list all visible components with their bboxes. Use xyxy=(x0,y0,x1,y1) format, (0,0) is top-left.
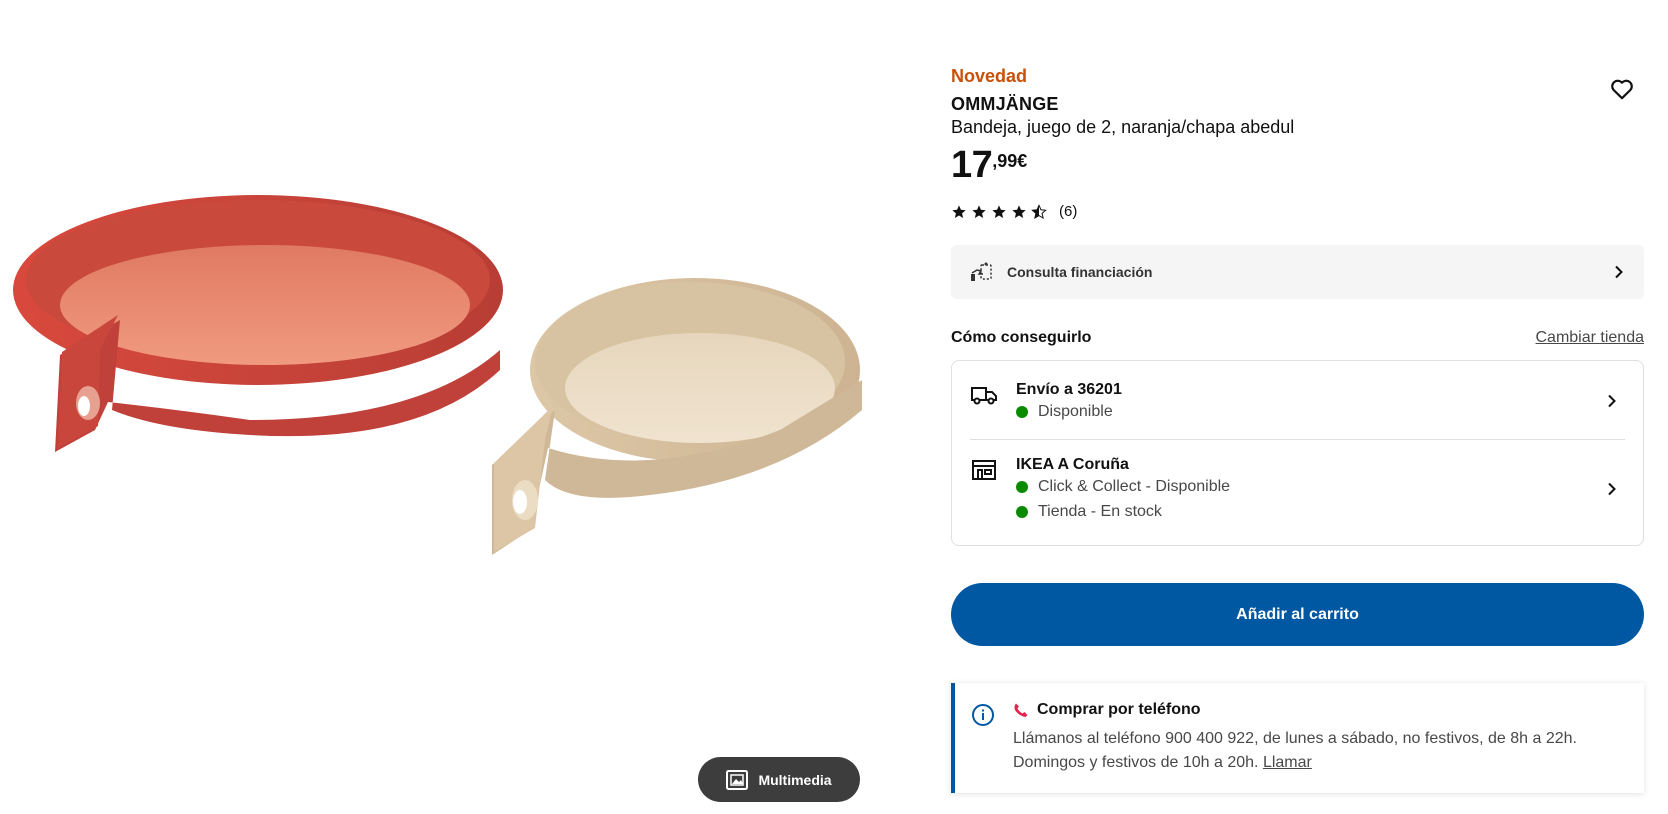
store-row[interactable]: IKEA A Coruña Click & Collect - Disponib… xyxy=(952,440,1643,546)
financing-label: Consulta financiación xyxy=(1007,264,1153,280)
in-store-status: Tienda - En stock xyxy=(1016,503,1162,521)
delivery-row[interactable]: Envío a 36201 Disponible xyxy=(952,361,1643,439)
click-collect-text: Click & Collect - Disponible xyxy=(1038,478,1231,495)
half-star-icon xyxy=(1031,203,1047,219)
product-info-panel: Novedad OMMJÄNGE Bandeja, juego de 2, na… xyxy=(951,0,1644,814)
price-decimal: ,99€ xyxy=(992,151,1028,171)
call-link[interactable]: Llamar xyxy=(1263,754,1312,771)
how-to-get-title: Cómo conseguirlo xyxy=(951,329,1092,346)
status-dot xyxy=(1016,506,1028,518)
status-dot xyxy=(1016,481,1028,493)
delivery-status-text: Disponible xyxy=(1038,403,1113,420)
rating-count: (6) xyxy=(1059,203,1078,220)
gallery-icon xyxy=(726,769,749,790)
financing-icon xyxy=(971,262,992,281)
multimedia-button[interactable]: Multimedia xyxy=(698,757,860,802)
product-media: Multimedia xyxy=(0,0,880,814)
star-icon xyxy=(952,204,966,218)
star-icon xyxy=(1012,204,1026,218)
store-title: IKEA A Coruña xyxy=(1016,456,1129,473)
chevron-right-icon xyxy=(1608,394,1616,408)
product-rating[interactable]: (6) xyxy=(951,203,1077,220)
star-icon xyxy=(972,204,986,218)
in-store-text: Tienda - En stock xyxy=(1038,503,1162,520)
price-integer: 17 xyxy=(951,144,993,186)
status-dot xyxy=(1016,406,1028,418)
phone-purchase-notice: Comprar por teléfono Llámanos al teléfon… xyxy=(951,683,1644,793)
delivery-title: Envío a 36201 xyxy=(1016,381,1122,398)
product-price: 17 ,99€ xyxy=(951,144,1027,186)
heart-icon[interactable] xyxy=(1609,76,1635,102)
phone-text-block: Llámanos al teléfono 900 400 922, de lun… xyxy=(1013,727,1633,775)
orange-tray xyxy=(13,195,503,452)
multimedia-label: Multimedia xyxy=(758,771,832,788)
product-image[interactable] xyxy=(0,180,880,580)
delivery-status: Disponible xyxy=(1016,403,1113,421)
info-icon xyxy=(972,704,994,726)
truck-icon xyxy=(971,387,997,405)
chevron-right-icon xyxy=(1615,265,1623,279)
add-to-cart-button[interactable]: Añadir al carrito xyxy=(951,583,1644,646)
financing-button[interactable]: Consulta financiación xyxy=(951,245,1644,299)
store-icon xyxy=(972,460,996,480)
click-collect-status: Click & Collect - Disponible xyxy=(1016,478,1230,496)
wood-tray xyxy=(492,278,862,555)
product-description: Bandeja, juego de 2, naranja/chapa abedu… xyxy=(951,117,1295,137)
product-name: OMMJÄNGE xyxy=(951,94,1059,114)
new-badge: Novedad xyxy=(951,66,1028,86)
phone-title-row: Comprar por teléfono xyxy=(1013,701,1201,719)
phone-icon xyxy=(1014,703,1028,717)
star-icon xyxy=(992,204,1006,218)
availability-box: Envío a 36201 Disponible IKEA A Coruña C… xyxy=(951,360,1644,546)
chevron-right-icon xyxy=(1608,482,1616,496)
change-store-link[interactable]: Cambiar tienda xyxy=(1536,329,1645,347)
phone-title: Comprar por teléfono xyxy=(1037,701,1201,718)
